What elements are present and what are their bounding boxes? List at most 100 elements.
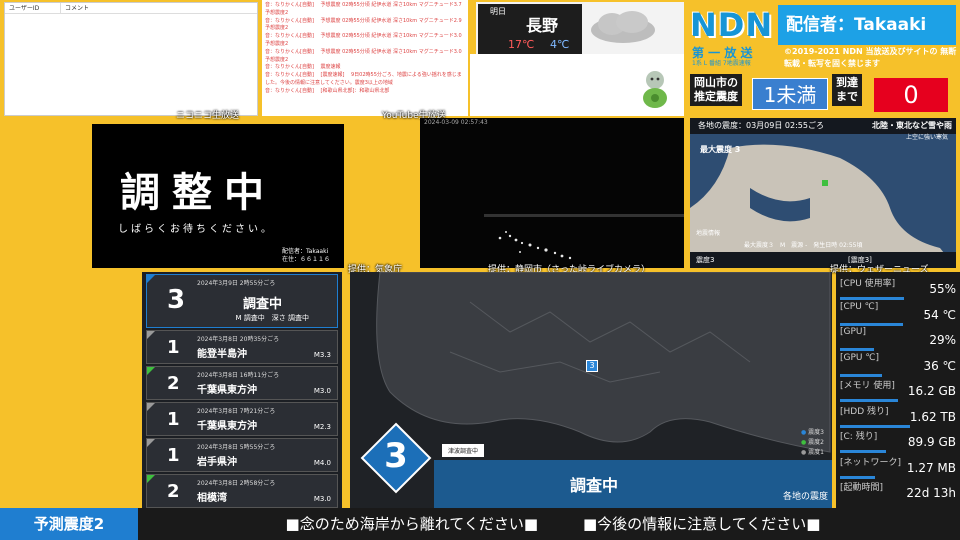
stat-value: 1.27 MB: [906, 460, 956, 475]
arrival-label-line2: まで: [836, 90, 858, 103]
comment-column-header[interactable]: コメント: [61, 3, 89, 13]
weathernews-region-sub: 上空に強い寒気: [905, 134, 948, 141]
earthquake-place: 千葉県東方沖: [197, 421, 257, 432]
weathernews-footer-intensity: 震度3: [696, 256, 715, 264]
earthquake-place: 相模湾: [197, 493, 227, 504]
earthquake-magnitude: M4.0: [313, 459, 331, 467]
intensity-color-marker: [147, 367, 155, 375]
main-earthquake-map: 3 3 津波調査中 調査中 ● 震度3 ● 震度2 ● 震度1 各地の震度: [350, 272, 832, 508]
user-id-column-header[interactable]: ユーザーID: [5, 3, 61, 13]
copyright-notice: ©2019-2021 NDN 当放送及びサイトの 無断転載・転写を固く禁じます: [784, 47, 957, 68]
adjusting-message: しばらくお待ちください。: [118, 224, 274, 235]
intensity-color-marker: [147, 331, 155, 339]
weather-city: 長野: [526, 16, 559, 35]
comment-header: ユーザーID コメント: [5, 3, 257, 14]
legend-item: ● 震度3: [801, 428, 824, 438]
stat-key: [GPU ℃]: [840, 352, 879, 363]
earthquake-time: 2024年3月8日 5時55分ごろ: [197, 444, 276, 451]
earthquake-list-item[interactable]: 2 2024年3月8日 16時11分ごろ 千葉県東方沖 M3.0: [146, 366, 338, 400]
adjusting-video-panel: 調整中 しばらくお待ちください。 配信者：Takaaki 在住：６６１１６: [92, 124, 344, 268]
stat-value: 89.9 GB: [907, 435, 956, 449]
camera-timestamp: 2024-03-09 02:57:43: [424, 119, 488, 126]
stat-key: [C: 残り]: [840, 432, 878, 442]
earthquake-time: 2024年3月8日 16時11分ごろ: [197, 372, 280, 379]
intensity-color-marker: [147, 475, 155, 483]
main-status-text: 調査中: [570, 476, 619, 495]
adjusting-title: 調整中: [120, 170, 276, 216]
legend-label: 震度1: [808, 449, 824, 456]
stat-bar: [840, 475, 875, 479]
stat-key: [ネットワーク]: [840, 457, 902, 468]
stat-key: [起動時間]: [840, 483, 884, 493]
stat-row: [起動時間] 22d 13h: [838, 480, 958, 502]
weathernews-info-label: 地震情報: [696, 230, 721, 237]
stat-key: [CPU 使用率]: [840, 279, 896, 289]
earthquake-list-item[interactable]: 1 2024年3月8日 20時35分ごろ能登半島沖 M3.3: [146, 330, 338, 364]
earthquake-list-item[interactable]: 3 2024年3月9日 2時55分ごろ 調査中 M 調査中 深さ 調査中: [146, 274, 338, 328]
earthquake-magnitude: M2.3: [313, 423, 331, 431]
city-lights-image: [484, 214, 684, 260]
estimated-intensity-label-line2: 推定震度: [694, 90, 738, 103]
cloud-icon: [591, 11, 655, 43]
earthquake-magnitude: M3.0: [313, 495, 331, 503]
stat-key: [メモリ 使用]: [840, 381, 895, 391]
estimated-intensity-label: 岡山市の 推定震度: [690, 74, 742, 106]
earthquake-intensity: 3: [167, 285, 186, 315]
intensity-color-marker: [147, 439, 155, 447]
stat-bar: [840, 373, 882, 377]
adjusting-location: 在住：６６１１６: [282, 256, 331, 263]
adjusting-info: 配信者：Takaaki 在住：６６１１６: [282, 248, 330, 264]
stat-key: [CPU ℃]: [840, 301, 879, 312]
stat-key: [GPU]: [840, 327, 867, 337]
earthquake-list-item[interactable]: 1 2024年3月8日 7時21分ごろ千葉県東方沖 M2.3: [146, 402, 338, 436]
earthquake-list-item[interactable]: 2 2024年3月8日 2時58分ごろ 相模湾 M3.0: [146, 474, 338, 508]
stat-bar: [840, 348, 874, 351]
earthquake-intensity: 1: [167, 337, 180, 358]
intensity-color-marker: [147, 403, 155, 411]
earthquake-list-item[interactable]: 1 2024年3月8日 5時55分ごろ 岩手県沖 M4.0: [146, 438, 338, 472]
stat-value: 1.62 TB: [909, 409, 956, 424]
earthquake-intensity: 2: [167, 373, 180, 394]
stat-row: [C: 残り] 89.9 GB: [838, 429, 958, 453]
stat-row: [CPU 使用率] 55%: [838, 276, 958, 300]
legend-label: 震度3: [808, 429, 824, 436]
weather-low-temp: 4℃: [550, 38, 570, 51]
legend-item: ● 震度1: [801, 448, 824, 458]
stat-row: [CPU ℃] 54 ℃: [838, 301, 958, 326]
weathernews-region: 北陸・東北など雪や雨: [872, 121, 952, 130]
stat-row: [メモリ 使用] 16.2 GB: [838, 378, 958, 402]
estimated-intensity-label-line1: 岡山市の: [694, 76, 738, 89]
main-shindo-value: 3: [384, 436, 408, 476]
weathernews-info-line: 最大震度３ M 震源 - 発生日時 02:55頃: [744, 242, 863, 249]
main-map-footer: 各地の震度: [782, 492, 828, 502]
earthquake-time: 2024年3月8日 20時35分ごろ: [197, 336, 280, 343]
weather-high-temp: 17℃: [508, 38, 535, 51]
earthquake-time: 2024年3月8日 7時21分ごろ: [197, 408, 276, 415]
stat-value: 55%: [929, 282, 956, 296]
earthquake-place: 能登半島沖: [197, 349, 247, 360]
stat-bar: [840, 450, 887, 453]
streamer-banner: 配信者：Takaaki: [778, 5, 956, 45]
channel-subtitle-small: 1系 L 番組 7地震速報: [692, 60, 751, 67]
earthquake-magnitude: M3.3: [313, 351, 331, 359]
youtube-chat-panel: 音：なりかくん[自動] 予想震度 02時55分頃 紀伊水道 深さ10km マグニ…: [262, 0, 468, 116]
weathernews-max-intensity: 最大震度 3: [700, 145, 741, 154]
arrival-countdown: 0: [874, 78, 948, 112]
stat-bar: [840, 424, 910, 428]
comment-panel: ユーザーID コメント: [4, 2, 258, 116]
chat-line: 音：なりかくん[自動] 予想震度 02時55分頃 紀伊水道 深さ10km マグニ…: [265, 2, 462, 16]
earthquake-intensity: 1: [167, 409, 180, 430]
system-stats-panel: [CPU 使用率] 55% [CPU ℃] 54 ℃ [GPU] 29% [GPU ℃] 36…: [836, 272, 960, 508]
live-camera-panel: 2024-03-09 02:57:43: [420, 118, 684, 268]
earthquake-history-list: 3 2024年3月9日 2時55分ごろ 調査中 M 調査中 深さ 調査中 1 2024年3…: [142, 272, 342, 508]
ndn-logo: NDN: [690, 6, 774, 44]
niconico-source-label: ニコニコ生放送: [176, 111, 240, 121]
arrival-label-line1: 到達: [836, 76, 858, 89]
weather-day-label: 明日: [490, 7, 506, 16]
earthquake-magnitude: M3.0: [313, 387, 331, 395]
earthquake-intensity: 1: [167, 445, 180, 466]
stat-bar: [840, 297, 904, 300]
bottom-ticker: 予測震度2 ■念のため海岸から離れてください■ ■今後の情報に注意してください■: [0, 508, 960, 540]
stat-value: 16.2 GB: [907, 384, 956, 398]
main-map-status-bar: [434, 460, 832, 508]
